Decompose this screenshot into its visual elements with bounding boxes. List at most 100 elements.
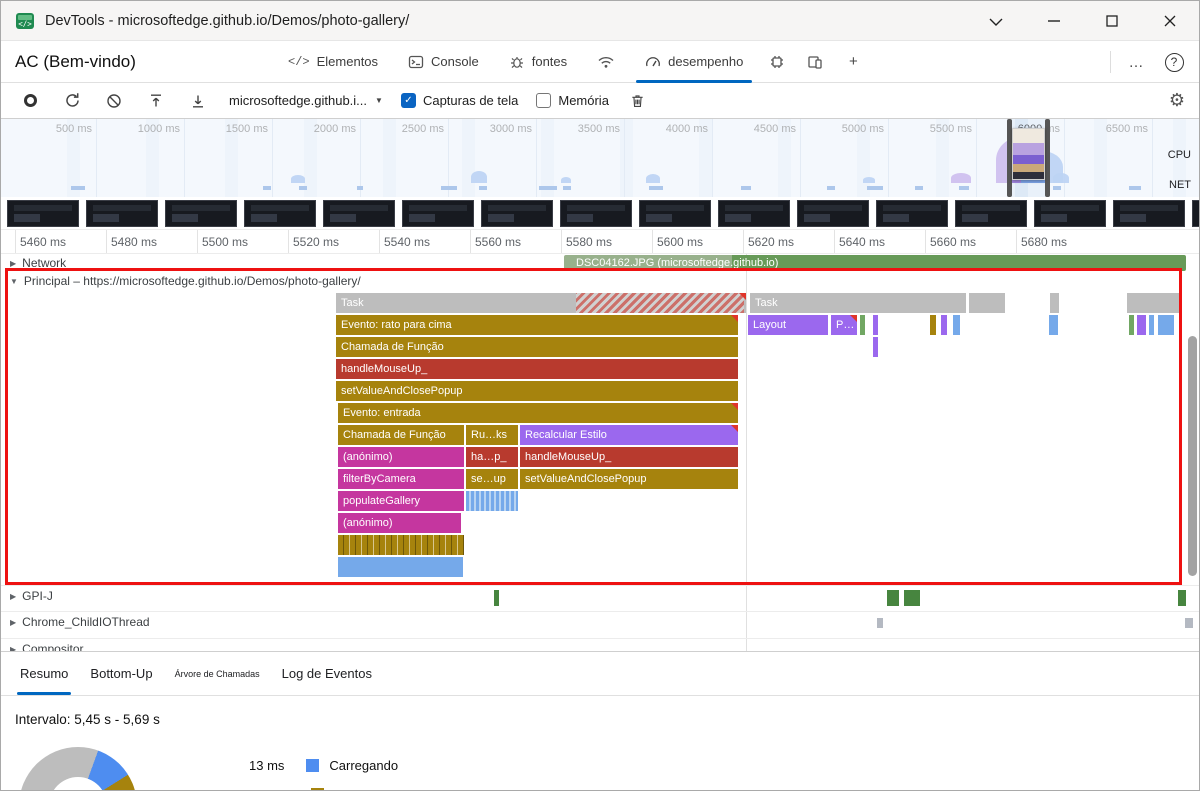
flame-event-segment[interactable]: [860, 315, 865, 335]
flame-event-segment[interactable]: [1049, 315, 1058, 335]
flame-event-segment[interactable]: [338, 535, 464, 555]
gpu-task-bar[interactable]: [904, 590, 920, 606]
screenshot-thumbnail[interactable]: [1034, 200, 1106, 227]
flame-event-recalcular-estilo[interactable]: Recalcular Estilo: [520, 425, 738, 445]
flame-event-populategallery[interactable]: populateGallery: [338, 491, 464, 511]
flame-event-chamada-de-fun-o[interactable]: Chamada de Função: [336, 337, 738, 357]
flame-event-segment[interactable]: [466, 491, 518, 511]
tab-log-de-eventos[interactable]: Log de Eventos: [271, 652, 383, 695]
tab-performance[interactable]: desempenho: [630, 41, 758, 83]
io-task-bar[interactable]: [1185, 618, 1193, 628]
tab-console[interactable]: Console: [393, 41, 494, 83]
flame-event-segment[interactable]: [873, 337, 878, 357]
flame-event-layout[interactable]: Layout: [748, 315, 828, 335]
tab-sources[interactable]: fontes: [494, 41, 582, 83]
screenshot-thumbnail[interactable]: [7, 200, 79, 227]
load-profile-button[interactable]: [143, 88, 169, 114]
flame-event-segment[interactable]: [953, 315, 960, 335]
flame-event-segment[interactable]: [941, 315, 947, 335]
flame-event-task[interactable]: Task: [750, 293, 966, 313]
screenshot-thumbnail[interactable]: [560, 200, 632, 227]
screenshot-filmstrip[interactable]: [1, 197, 1199, 230]
flame-event-filterbycamera[interactable]: filterByCamera: [338, 469, 464, 489]
memory-checkbox-group[interactable]: Memória: [536, 93, 609, 108]
screenshot-thumbnail[interactable]: [639, 200, 711, 227]
screenshot-thumbnail[interactable]: [718, 200, 790, 227]
flame-event-segment[interactable]: [1149, 315, 1154, 335]
device-toolbar-icon[interactable]: [796, 41, 834, 83]
plus-icon: +: [849, 53, 858, 70]
screenshot-thumbnail[interactable]: [402, 200, 474, 227]
screenshot-thumbnail[interactable]: [955, 200, 1027, 227]
page-selector[interactable]: microsoftedge.github.i... ▼: [229, 93, 383, 108]
flame-event-segment[interactable]: [1129, 315, 1134, 335]
capture-settings-gear-icon[interactable]: ⚙: [1169, 90, 1185, 111]
flame-event-task[interactable]: Task: [336, 293, 746, 313]
flame-event-segment[interactable]: [1127, 293, 1181, 313]
flame-event-p[interactable]: P…: [831, 315, 857, 335]
tab-sources-label: fontes: [532, 54, 567, 69]
flame-event-chamada-de-fun-o[interactable]: Chamada de Função: [338, 425, 464, 445]
gpu-task-bar[interactable]: [1178, 590, 1186, 606]
flame-event-segment[interactable]: [1137, 315, 1146, 335]
chip-icon[interactable]: [758, 41, 796, 83]
flame-chart[interactable]: TaskTaskEvento: rato para cimaLayoutP…Ch…: [1, 293, 1186, 583]
flame-event-setvalueandclosepopup[interactable]: setValueAndClosePopup: [520, 469, 738, 489]
flame-event-ha-p[interactable]: ha…p_: [466, 447, 518, 467]
more-menu-button[interactable]: …: [1117, 41, 1155, 83]
network-request-bar[interactable]: DSC04162.JPG (microsoftedge.github.io): [564, 255, 1186, 271]
gpu-task-bar[interactable]: [494, 590, 499, 606]
screenshots-checkbox-group[interactable]: ✓ Capturas de tela: [401, 93, 518, 108]
tab-arvore-de-chamadas[interactable]: Árvore de Chamadas: [164, 652, 271, 695]
flame-event-ru-ks[interactable]: Ru…ks: [466, 425, 518, 445]
delete-recording-button[interactable]: [625, 88, 651, 114]
tab-elements[interactable]: </> Elementos: [273, 41, 393, 83]
flame-event-handlemouseup[interactable]: handleMouseUp_: [520, 447, 738, 467]
reload-and-record-button[interactable]: [59, 88, 85, 114]
tab-bottom-up[interactable]: Bottom-Up: [79, 652, 163, 695]
clear-button[interactable]: [101, 88, 127, 114]
flame-event-segment[interactable]: [1158, 315, 1174, 335]
main-thread-header[interactable]: ▼ Principal – https://microsoftedge.gith…: [1, 274, 361, 288]
screenshot-thumbnail[interactable]: [797, 200, 869, 227]
flame-event-evento-rato-para-cima[interactable]: Evento: rato para cima: [336, 315, 738, 335]
maximize-button[interactable]: [1083, 1, 1141, 41]
flame-event-handlemouseup[interactable]: handleMouseUp_: [336, 359, 738, 379]
ruler-time-label: 5500 ms: [202, 235, 248, 249]
help-button[interactable]: ?: [1155, 41, 1193, 83]
window-chevron-down-icon[interactable]: [967, 1, 1025, 41]
tab-network[interactable]: [582, 41, 630, 83]
screenshot-thumbnail[interactable]: [876, 200, 948, 227]
flame-event-evento-entrada[interactable]: Evento: entrada: [338, 403, 738, 423]
flame-event-setvalueandclosepopup[interactable]: setValueAndClosePopup: [336, 381, 738, 401]
flame-event-segment[interactable]: [338, 557, 463, 577]
flame-event-an-nimo[interactable]: (anónimo): [338, 513, 461, 533]
screenshot-thumbnail[interactable]: [323, 200, 395, 227]
screenshot-thumbnail[interactable]: [244, 200, 316, 227]
screenshots-checkbox[interactable]: ✓: [401, 93, 416, 108]
flame-event-segment[interactable]: [873, 315, 878, 335]
screenshot-thumbnail[interactable]: [1192, 200, 1199, 227]
save-profile-button[interactable]: [185, 88, 211, 114]
selection-handle-right[interactable]: [1045, 119, 1050, 197]
minimize-button[interactable]: [1025, 1, 1083, 41]
screenshot-thumbnail[interactable]: [481, 200, 553, 227]
flame-event-segment[interactable]: [969, 293, 1005, 313]
network-track-header[interactable]: ▶ Network: [1, 256, 66, 270]
gpu-task-bar[interactable]: [887, 590, 899, 606]
record-button[interactable]: [17, 88, 43, 114]
close-button[interactable]: [1141, 1, 1199, 41]
screenshot-thumbnail[interactable]: [165, 200, 237, 227]
add-tab-button[interactable]: +: [834, 41, 872, 83]
flame-event-segment[interactable]: [930, 315, 936, 335]
screenshot-thumbnail[interactable]: [1113, 200, 1185, 227]
timeline-overview[interactable]: CPU NET 500 ms1000 ms1500 ms2000 ms2500 …: [1, 119, 1199, 197]
screenshot-thumbnail[interactable]: [86, 200, 158, 227]
io-task-bar[interactable]: [877, 618, 883, 628]
flame-event-se-up[interactable]: se…up: [466, 469, 518, 489]
memory-checkbox[interactable]: [536, 93, 551, 108]
flame-event-segment[interactable]: [1050, 293, 1059, 313]
vertical-scrollbar-thumb[interactable]: [1188, 336, 1197, 576]
tab-resumo[interactable]: Resumo: [9, 652, 79, 695]
flame-event-an-nimo[interactable]: (anónimo): [338, 447, 464, 467]
